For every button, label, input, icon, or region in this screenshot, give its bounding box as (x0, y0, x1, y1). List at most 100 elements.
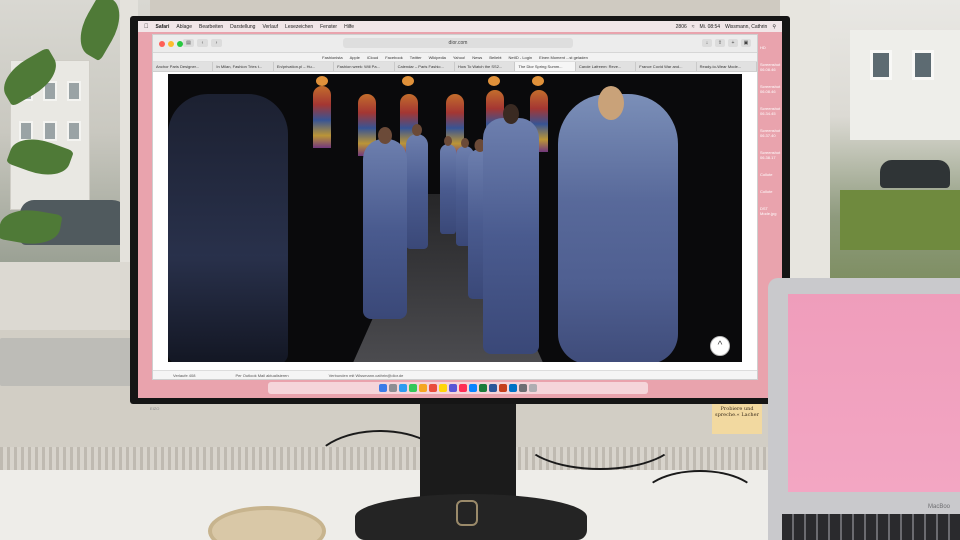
mac-dock (268, 382, 648, 394)
mail-icon[interactable] (419, 384, 427, 392)
notes-icon[interactable] (439, 384, 447, 392)
browser-tab[interactable]: How To Watch the SS2... (455, 62, 516, 71)
window-controls (159, 41, 183, 47)
status-count[interactable]: 2806 (676, 24, 687, 30)
browser-tab[interactable]: Calendar – Paris Fashio... (395, 62, 456, 71)
desktop-file[interactable]: Screenshot 06.08.46 (760, 62, 780, 72)
apple-icon[interactable]:  (144, 24, 149, 30)
calendar-icon[interactable] (429, 384, 437, 392)
monitor-brand-logo: EIZO (150, 406, 160, 411)
favorite-item[interactable]: NetID - Login (509, 53, 533, 61)
favorite-item[interactable]: Yahoo! (453, 53, 465, 61)
browser-tab[interactable]: Carole Lafreem: Reve... (576, 62, 637, 71)
favorite-item[interactable]: iCloud (367, 53, 378, 61)
new-tab-icon[interactable]: + (728, 39, 738, 47)
menu-ablage[interactable]: Ablage (176, 24, 192, 30)
address-bar[interactable]: dior.com (343, 38, 573, 48)
back-icon[interactable]: ‹ (197, 39, 208, 47)
menu-lesezeichen[interactable]: Lesezeichen (285, 24, 313, 30)
favorite-item[interactable]: News (472, 53, 482, 61)
laptop-keyboard (782, 514, 960, 540)
blurred-model-foreground (168, 94, 288, 362)
favorite-item[interactable]: Twitter (410, 53, 422, 61)
desktop-file[interactable]: Collote (760, 189, 780, 194)
favorite-item[interactable]: Apple (350, 53, 360, 61)
menu-verlauf[interactable]: Verlauf (262, 24, 278, 30)
status-mid: Per Outlook Mail aktualisieren (235, 373, 289, 378)
left-window (0, 0, 150, 332)
desktop-file[interactable]: Screenshot 06.37.40 (760, 128, 780, 138)
close-icon[interactable] (159, 41, 165, 47)
browser-tab[interactable]: Fashion week: Will Pa... (334, 62, 395, 71)
browser-tab-active[interactable]: The Dior Spring Summ... (515, 62, 576, 71)
building-window (912, 50, 934, 80)
outlook-icon[interactable] (509, 384, 517, 392)
clock[interactable]: Mi. 08:54 (700, 24, 721, 30)
browser-tab[interactable]: France Covid War and... (636, 62, 697, 71)
word-icon[interactable] (489, 384, 497, 392)
music-icon[interactable] (459, 384, 467, 392)
user-name[interactable]: Wissmann, Cathrin (725, 24, 767, 30)
desktop-file[interactable]: HD (760, 45, 780, 50)
favorite-item[interactable]: Facebook (385, 53, 403, 61)
parked-car (880, 160, 950, 188)
safari-icon[interactable] (399, 384, 407, 392)
stained-glass-rosette (316, 76, 328, 86)
desktop-file[interactable]: DST Mode.jpg (760, 206, 780, 216)
share-icon[interactable]: ⇧ (715, 39, 725, 47)
menu-fenster[interactable]: Fenster (320, 24, 337, 30)
cable (640, 470, 760, 530)
desktop-file[interactable]: Screenshot 06.34.45 (760, 106, 780, 116)
wifi-icon[interactable]: ≈ (692, 24, 695, 30)
browser-tab[interactable]: In Milan, Fashion Tries t... (213, 62, 274, 71)
menubar-app-name[interactable]: Safari (156, 24, 170, 30)
app-store-icon[interactable] (469, 384, 477, 392)
messages-icon[interactable] (409, 384, 417, 392)
desktop-file[interactable]: Collote (760, 172, 780, 177)
powerpoint-icon[interactable] (499, 384, 507, 392)
building-window (67, 81, 81, 101)
browser-tab[interactable]: Ready-to-Wear Mode... (697, 62, 758, 71)
browser-toolbar: ▤ ‹ › dior.com ↓ ⇧ + ▣ (153, 35, 757, 53)
browser-status-bar: Verlaufe 408 Per Outlook Mail aktualisie… (153, 370, 757, 379)
window-frame (0, 262, 150, 332)
forward-icon[interactable]: › (211, 39, 222, 47)
menu-hilfe[interactable]: Hilfe (344, 24, 354, 30)
tab-bar: Anchor Paris Designer... In Milan, Fashi… (153, 62, 758, 72)
runway-model (406, 124, 428, 249)
search-icon[interactable]: ⚲ (772, 24, 776, 30)
settings-icon[interactable] (519, 384, 527, 392)
building-window (870, 50, 892, 80)
scroll-top-button[interactable]: ^ (710, 336, 730, 356)
favorite-item[interactable]: Beliebt (489, 53, 501, 61)
trash-icon[interactable] (529, 384, 537, 392)
desktop-file[interactable]: Screenshot 06.08.46 (760, 84, 780, 94)
stained-glass-rosette (488, 76, 500, 86)
runway-video[interactable]: ^ (168, 74, 742, 362)
laptop: MacBoo (768, 278, 960, 540)
app-icon[interactable] (449, 384, 457, 392)
nav-buttons: ▤ ‹ › (183, 39, 222, 47)
favorite-item[interactable]: Einen Moment ...st geladen (539, 53, 588, 61)
excel-icon[interactable] (479, 384, 487, 392)
hedge (840, 190, 960, 250)
minimize-icon[interactable] (168, 41, 174, 47)
browser-tab[interactable]: En/privation.pl – Hu... (274, 62, 335, 71)
favorite-item[interactable]: Fashionista (322, 53, 342, 61)
download-icon[interactable]: ↓ (702, 39, 712, 47)
browser-tab[interactable]: Anchor Paris Designer... (153, 62, 214, 71)
status-left: Verlaufe 408 (173, 373, 196, 378)
sidebar-icon[interactable]: ▤ (183, 39, 194, 47)
tab-overview-icon[interactable]: ▣ (741, 39, 751, 47)
building-right (850, 30, 960, 140)
binder-clip (456, 500, 478, 526)
favorite-item[interactable]: Wikipedia (429, 53, 446, 61)
laptop-brand-label: MacBoo (928, 504, 951, 510)
menu-darstellung[interactable]: Darstellung (230, 24, 255, 30)
launchpad-icon[interactable] (389, 384, 397, 392)
desktop-file[interactable]: Screenshot 06.38.17 (760, 150, 780, 160)
menu-bearbeiten[interactable]: Bearbeiten (199, 24, 223, 30)
runway-model (483, 104, 539, 354)
monitor:  Safari Ablage Bearbeiten Darstellung V… (130, 16, 790, 411)
finder-icon[interactable] (379, 384, 387, 392)
